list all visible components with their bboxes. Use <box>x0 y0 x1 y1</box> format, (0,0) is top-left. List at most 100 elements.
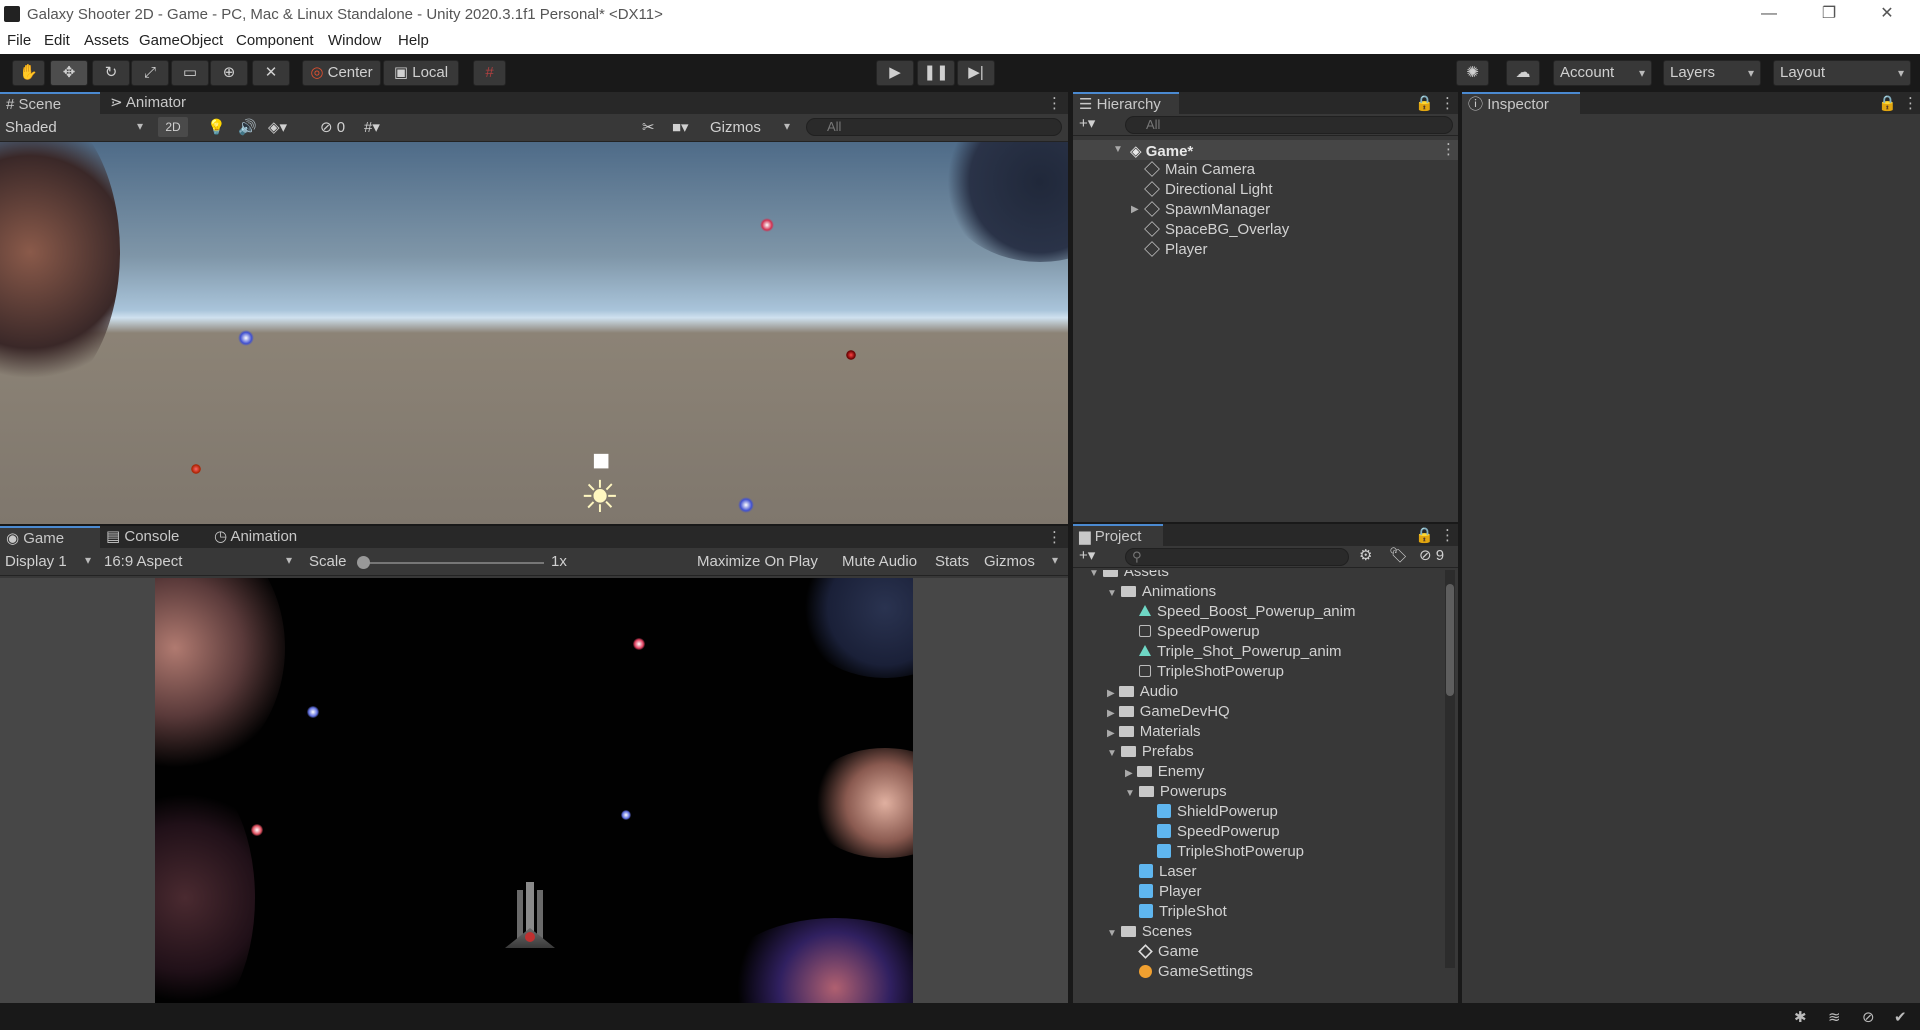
project-item[interactable]: Player <box>1125 882 1202 902</box>
project-item[interactable]: ▼ Prefabs <box>1107 742 1194 762</box>
auto-generate-lighting-icon[interactable]: ⊘ <box>1862 1008 1875 1026</box>
assets-expand-icon[interactable]: ▼ <box>1089 570 1099 579</box>
scene-search-input[interactable]: All <box>806 118 1062 136</box>
hierarchy-item[interactable]: Directional Light <box>1144 180 1273 200</box>
project-item[interactable]: ▶ Enemy <box>1125 762 1204 782</box>
inspector-menu-icon[interactable]: ⋮ <box>1903 94 1918 112</box>
hierarchy-item[interactable]: SpaceBG_Overlay <box>1144 220 1289 240</box>
tab-game[interactable]: ◉ Game <box>0 526 100 548</box>
custom-tool-icon[interactable]: ✕ <box>252 60 290 86</box>
services-icon[interactable]: ✺ <box>1456 60 1489 86</box>
project-item[interactable]: Triple_Shot_Powerup_anim <box>1125 642 1342 662</box>
tab-console[interactable]: ▤ Console <box>100 526 204 548</box>
project-item[interactable]: SpeedPowerup <box>1125 622 1260 642</box>
project-menu-icon[interactable]: ⋮ <box>1440 526 1455 544</box>
hierarchy-item[interactable]: Player <box>1144 240 1208 260</box>
menu-window[interactable]: Window <box>328 32 381 49</box>
spawnmanager-expand-icon[interactable]: ▶ <box>1131 204 1139 215</box>
game-gizmos-dropdown[interactable]: Gizmos <box>984 553 1064 570</box>
scene-row[interactable]: ▼ ◈ Game* ⋮ <box>1073 140 1458 160</box>
search-by-type-icon[interactable]: ⚙ <box>1359 546 1372 564</box>
tab-project[interactable]: ▆ Project <box>1073 524 1163 546</box>
tab-animation[interactable]: ◷ Animation <box>208 526 332 548</box>
scene-visibility-button[interactable]: ⊘ 0 <box>320 118 345 136</box>
grid-icon[interactable]: #▾ <box>364 118 380 136</box>
hierarchy-menu-icon[interactable]: ⋮ <box>1440 94 1455 112</box>
light-gizmo-icon[interactable]: ☀ <box>574 472 626 524</box>
transform-tool-icon[interactable]: ⊕ <box>210 60 248 86</box>
game-viewport[interactable] <box>0 578 1068 1003</box>
project-item[interactable]: ▶ Materials <box>1107 722 1201 742</box>
status-check-icon[interactable]: ✔ <box>1894 1008 1907 1026</box>
move-tool-icon[interactable]: ✥ <box>50 60 88 86</box>
expanded-arrow-icon[interactable]: ▼ <box>1107 748 1117 759</box>
hierarchy-lock-icon[interactable]: 🔒 <box>1415 94 1434 112</box>
menu-edit[interactable]: Edit <box>44 32 70 49</box>
project-item[interactable]: Game <box>1125 942 1199 962</box>
project-item[interactable]: ▼ Animations <box>1107 582 1216 602</box>
2d-toggle[interactable]: 2D <box>158 117 188 137</box>
debug-icon[interactable]: ✱ <box>1794 1008 1807 1026</box>
project-scrollbar-thumb[interactable] <box>1446 584 1454 696</box>
project-add-button[interactable]: +▾ <box>1079 546 1095 564</box>
expanded-arrow-icon[interactable]: ▼ <box>1107 588 1117 599</box>
project-item[interactable]: ▼ Scenes <box>1107 922 1192 942</box>
project-item[interactable]: Speed_Boost_Powerup_anim <box>1125 602 1355 622</box>
menu-gameobject[interactable]: GameObject <box>139 32 223 49</box>
pivot-local-button[interactable]: ▣ Local <box>383 60 459 86</box>
collapsed-arrow-icon[interactable]: ▶ <box>1107 688 1115 699</box>
project-lock-icon[interactable]: 🔒 <box>1415 526 1434 544</box>
hand-tool-icon[interactable]: ✋ <box>12 60 45 86</box>
search-by-label-icon[interactable]: 🏷 <box>1389 546 1408 564</box>
tools-icon[interactable]: ✂ <box>642 118 655 136</box>
scale-slider[interactable] <box>358 562 544 564</box>
scale-slider-handle[interactable] <box>357 556 370 569</box>
layers-dropdown[interactable]: Layers <box>1663 60 1761 86</box>
pause-button[interactable]: ❚❚ <box>917 60 955 86</box>
snap-grid-icon[interactable]: # <box>473 60 506 86</box>
minimize-button[interactable]: — <box>1746 0 1792 28</box>
hierarchy-item[interactable]: SpawnManager <box>1144 200 1270 220</box>
tab-inspector[interactable]: ⓘ Inspector <box>1462 92 1580 114</box>
effects-icon[interactable]: ◈▾ <box>268 118 287 136</box>
project-item[interactable]: ▶ GameDevHQ <box>1107 702 1230 722</box>
account-dropdown[interactable]: Account <box>1553 60 1652 86</box>
project-item[interactable]: SpeedPowerup <box>1143 822 1280 842</box>
expanded-arrow-icon[interactable]: ▼ <box>1107 928 1117 939</box>
layout-dropdown[interactable]: Layout <box>1773 60 1911 86</box>
close-button[interactable]: ✕ <box>1864 0 1910 28</box>
project-scrollbar[interactable] <box>1445 570 1455 968</box>
scene-gizmos-dropdown[interactable]: Gizmos <box>710 119 796 136</box>
play-button[interactable]: ▶ <box>876 60 914 86</box>
scale-tool-icon[interactable]: ⤢ <box>131 60 169 86</box>
game-menu-icon[interactable]: ⋮ <box>1047 528 1062 546</box>
camera-icon[interactable]: ■▾ <box>672 118 689 136</box>
tab-scene[interactable]: # Scene <box>0 92 100 114</box>
restore-button[interactable]: ❐ <box>1806 0 1852 28</box>
project-item[interactable]: GameSettings <box>1125 962 1253 982</box>
hierarchy-add-button[interactable]: +▾ <box>1079 114 1095 132</box>
mute-audio-toggle[interactable]: Mute Audio <box>842 553 917 570</box>
inspector-lock-icon[interactable]: 🔒 <box>1878 94 1897 112</box>
scene-expand-icon[interactable]: ▼ <box>1113 144 1123 155</box>
rect-tool-icon[interactable]: ▭ <box>171 60 209 86</box>
project-item[interactable]: ▶ Audio <box>1107 682 1178 702</box>
project-hidden-button[interactable]: ⊘ 9 <box>1419 546 1444 564</box>
expanded-arrow-icon[interactable]: ▼ <box>1125 788 1135 799</box>
project-item[interactable]: TripleShot <box>1125 902 1227 922</box>
audio-icon[interactable]: 🔊 <box>238 118 257 136</box>
cloud-icon[interactable]: ☁ <box>1506 60 1540 86</box>
step-button[interactable]: ▶| <box>957 60 995 86</box>
project-item[interactable]: TripleShotPowerup <box>1143 842 1304 862</box>
menu-help[interactable]: Help <box>398 32 429 49</box>
scene-viewport[interactable]: ■ ☀ <box>0 142 1068 524</box>
hierarchy-search-input[interactable]: All <box>1125 116 1453 134</box>
aspect-dropdown[interactable]: 16:9 Aspect <box>104 553 298 570</box>
lighting-icon[interactable]: 💡 <box>207 118 226 136</box>
collapsed-arrow-icon[interactable]: ▶ <box>1125 768 1133 779</box>
collapsed-arrow-icon[interactable]: ▶ <box>1107 708 1115 719</box>
menu-component[interactable]: Component <box>236 32 314 49</box>
project-item[interactable]: Laser <box>1125 862 1197 882</box>
shading-dropdown[interactable]: Shaded <box>5 119 149 136</box>
collapsed-arrow-icon[interactable]: ▶ <box>1107 728 1115 739</box>
